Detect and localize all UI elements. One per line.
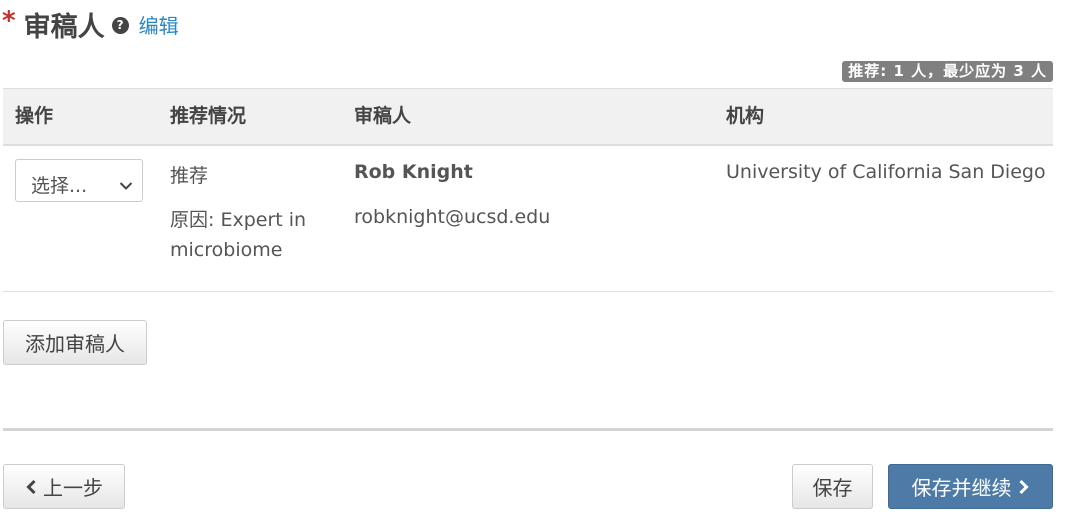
- recommendation-reason: 原因: Expert in microbiome: [170, 209, 307, 261]
- table-header: 操作 推荐情况 审稿人 机构: [3, 88, 1053, 146]
- table-row: 选择... 推荐 原因: Expert in microbiome Rob Kn…: [3, 146, 1053, 292]
- column-header-recommendation: 推荐情况: [170, 105, 247, 127]
- column-header-institution: 机构: [726, 105, 765, 127]
- section-title: 审稿人: [23, 11, 105, 43]
- previous-button-label: 上一步: [43, 476, 103, 500]
- recommendation-status: 推荐: [170, 165, 209, 187]
- recommendation-count-badge: 推荐: 1 人，最少应为 3 人: [842, 61, 1053, 82]
- reviewers-table: 操作 推荐情况 审稿人 机构 选择... 推荐 原因: Expert in mi…: [3, 88, 1053, 292]
- column-header-reviewer: 审稿人: [354, 105, 412, 127]
- save-and-continue-label: 保存并继续: [911, 476, 1012, 500]
- question-circle-icon[interactable]: ?: [111, 16, 129, 34]
- chevron-left-icon: [25, 479, 37, 495]
- column-header-action: 操作: [15, 105, 54, 127]
- save-button[interactable]: 保存: [792, 464, 873, 509]
- edit-link[interactable]: 编辑: [139, 10, 179, 39]
- save-and-continue-button[interactable]: 保存并继续: [888, 464, 1053, 509]
- chevron-down-icon: [119, 176, 133, 195]
- reviewer-email: robknight@ucsd.edu: [354, 206, 551, 228]
- reviewer-name: Rob Knight: [354, 161, 473, 183]
- add-reviewer-button[interactable]: 添加审稿人: [3, 320, 147, 365]
- required-asterisk: *: [2, 6, 16, 36]
- chevron-right-icon: [1018, 479, 1030, 495]
- action-select[interactable]: 选择...: [15, 159, 143, 202]
- reviewer-institution: University of California San Diego: [726, 161, 1046, 183]
- section-divider: [3, 428, 1053, 431]
- section-header: * 审稿人 ? 编辑: [2, 4, 179, 44]
- previous-button[interactable]: 上一步: [3, 464, 125, 509]
- action-select-value: 选择...: [31, 175, 88, 197]
